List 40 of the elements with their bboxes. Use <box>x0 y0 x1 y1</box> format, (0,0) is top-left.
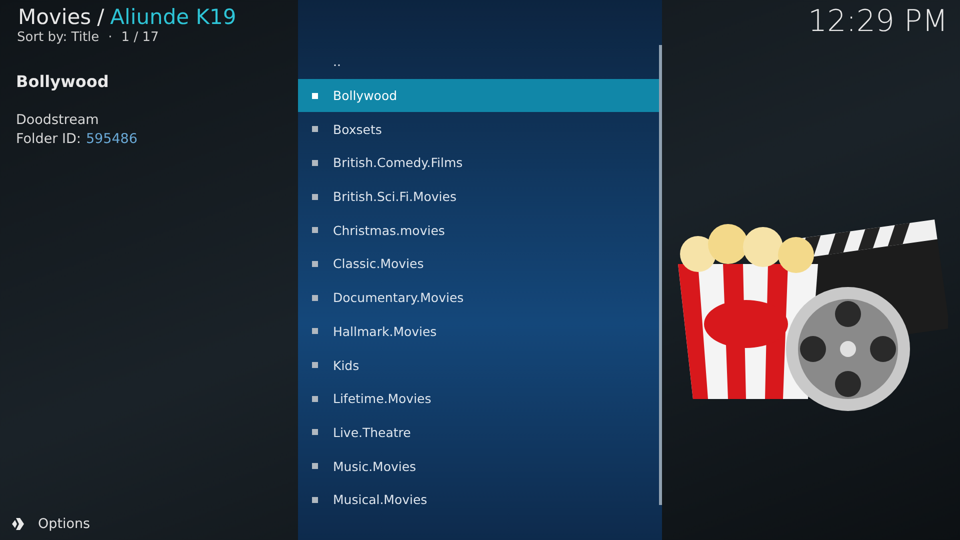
bullet-icon <box>312 294 318 301</box>
folder-item[interactable]: Live.Theatre <box>298 416 662 450</box>
bullet-icon <box>312 227 318 234</box>
folder-item[interactable]: Hallmark.Movies <box>298 314 662 348</box>
folder-item[interactable]: British.Comedy.Films <box>298 146 662 180</box>
bullet-icon <box>312 160 318 166</box>
folder-label: Folder ID: <box>16 130 81 149</box>
folder-item[interactable]: Kids <box>298 348 662 382</box>
clock: 12:29 PM <box>808 4 948 39</box>
folder-id: 595486 <box>86 130 138 149</box>
sort-label: Sort by: Title <box>17 30 100 45</box>
section-title: Movies <box>18 4 92 30</box>
folder-item[interactable]: Documentary.Movies <box>298 280 662 314</box>
folder-item[interactable]: Musical.Movies <box>298 482 662 505</box>
folder-item[interactable]: Music.Movies <box>298 449 662 483</box>
folder-item[interactable]: Lifetime.Movies <box>298 382 662 416</box>
folder-item[interactable]: Bollywood <box>298 78 662 112</box>
folder-item[interactable]: Christmas.movies <box>298 213 662 248</box>
bullet-icon <box>312 496 318 503</box>
bullet-icon <box>312 92 318 99</box>
options-button[interactable]: Options <box>6 514 94 534</box>
folder-item[interactable]: British.Sci.Fi.Movies <box>298 180 662 214</box>
bullet-icon <box>312 463 318 470</box>
scrollbar[interactable] <box>659 45 662 505</box>
bullet-icon <box>312 429 318 436</box>
folder-item[interactable]: Boxsets <box>298 112 662 146</box>
bullet-icon <box>312 328 318 334</box>
separator-dot: · <box>108 30 112 45</box>
bullet-icon <box>312 194 318 200</box>
bullet-icon <box>312 260 318 267</box>
bullet-icon <box>312 396 318 402</box>
folder-item[interactable]: .. <box>298 45 662 79</box>
folder-item[interactable]: Classic.Movies <box>298 247 662 281</box>
item-position: 1 / 17 <box>121 30 159 45</box>
bullet-icon <box>312 126 318 132</box>
addon-title: Aliunde K19 <box>110 4 236 30</box>
path-separator: / <box>97 4 104 30</box>
source-label: Doodstream <box>16 111 100 130</box>
bullet-icon <box>312 362 318 368</box>
item-title: Bollywood <box>16 72 110 91</box>
